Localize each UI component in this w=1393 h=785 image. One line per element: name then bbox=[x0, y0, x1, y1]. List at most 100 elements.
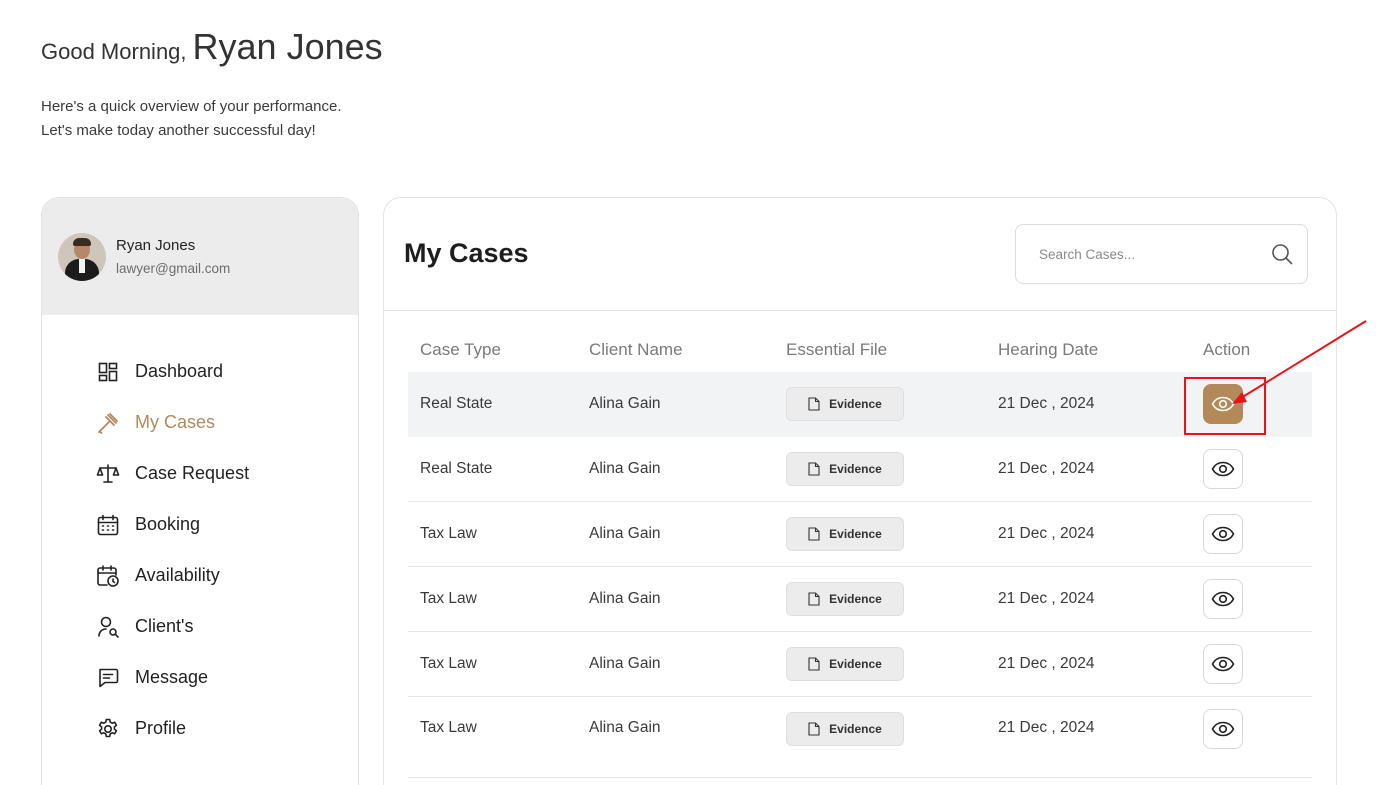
file-label: Evidence bbox=[829, 722, 882, 736]
greeting-text: Good Morning, bbox=[41, 39, 187, 64]
column-header-essential-file: Essential File bbox=[786, 340, 888, 359]
view-case-button[interactable] bbox=[1203, 644, 1243, 684]
dashboard-icon bbox=[96, 360, 120, 384]
case-type-cell: Tax Law bbox=[420, 719, 477, 736]
sidebar-item-label: Booking bbox=[135, 514, 201, 534]
client-name-cell: Alina Gain bbox=[589, 655, 661, 672]
eye-icon bbox=[1211, 721, 1235, 737]
avatar bbox=[58, 232, 106, 281]
pdf-file-icon bbox=[808, 462, 820, 476]
case-type-cell: Tax Law bbox=[420, 590, 477, 607]
user-search-icon bbox=[96, 615, 120, 639]
pdf-file-icon bbox=[808, 397, 820, 411]
case-type-cell: Tax Law bbox=[420, 525, 477, 542]
sidebar-item-label: Profile bbox=[135, 718, 187, 738]
search-input[interactable] bbox=[1016, 225, 1270, 283]
client-name-cell: Alina Gain bbox=[589, 460, 661, 477]
divider bbox=[384, 310, 1336, 311]
calendar-clock-icon bbox=[96, 564, 120, 588]
hearing-date-cell: 21 Dec , 2024 bbox=[998, 655, 1095, 672]
eye-icon bbox=[1211, 526, 1235, 542]
gear-icon bbox=[96, 717, 120, 741]
gavel-icon bbox=[96, 411, 120, 435]
search-box bbox=[1015, 224, 1308, 284]
greeting-heading: Good Morning, Ryan Jones bbox=[41, 26, 383, 68]
hearing-date-cell: 21 Dec , 2024 bbox=[998, 395, 1095, 412]
evidence-file-button[interactable]: Evidence bbox=[786, 647, 904, 681]
page-title: My Cases bbox=[404, 238, 529, 268]
evidence-file-button[interactable]: Evidence bbox=[786, 517, 904, 551]
evidence-file-button[interactable]: Evidence bbox=[786, 582, 904, 616]
table-header: Case Type Client Name Essential File Hea… bbox=[408, 328, 1312, 372]
file-label: Evidence bbox=[829, 527, 882, 541]
table-row: Real State Alina Gain Evidence 21 Dec , … bbox=[408, 437, 1312, 502]
column-header-hearing-date: Hearing Date bbox=[998, 340, 1099, 359]
calendar-icon bbox=[96, 513, 120, 537]
sidebar-item-profile[interactable]: Profile bbox=[42, 703, 358, 754]
sidebar-item-case-request[interactable]: Case Request bbox=[42, 448, 358, 499]
column-header-action: Action bbox=[1203, 340, 1251, 359]
table-row: Tax Law Alina Gain Evidence 21 Dec , 202… bbox=[408, 567, 1312, 632]
eye-icon bbox=[1211, 461, 1235, 477]
hearing-date-cell: 21 Dec , 2024 bbox=[998, 460, 1095, 477]
profile-card: Ryan Jones lawyer@gmail.com bbox=[42, 198, 358, 315]
greeting-subtitle: Here's a quick overview of your performa… bbox=[41, 95, 342, 143]
sidebar-item-label: Client's bbox=[135, 616, 194, 636]
sidebar-item-clients[interactable]: Client's bbox=[42, 601, 358, 652]
user-name-heading: Ryan Jones bbox=[192, 26, 383, 67]
subtitle-line: Let's make today another successful day! bbox=[41, 122, 316, 139]
client-name-cell: Alina Gain bbox=[589, 590, 661, 607]
column-header-case-type: Case Type bbox=[420, 340, 501, 359]
sidebar-item-label: My Cases bbox=[135, 412, 216, 432]
evidence-file-button[interactable]: Evidence bbox=[786, 712, 904, 746]
column-header-client-name: Client Name bbox=[589, 340, 683, 359]
case-type-cell: Tax Law bbox=[420, 655, 477, 672]
message-icon bbox=[96, 666, 120, 690]
eye-icon bbox=[1211, 591, 1235, 607]
profile-name: Ryan Jones bbox=[116, 237, 196, 254]
sidebar-item-label: Dashboard bbox=[135, 361, 224, 381]
subtitle-line: Here's a quick overview of your performa… bbox=[41, 98, 342, 115]
sidebar-item-dashboard[interactable]: Dashboard bbox=[42, 346, 358, 397]
eye-icon bbox=[1211, 656, 1235, 672]
scale-icon bbox=[96, 462, 120, 486]
pdf-file-icon bbox=[808, 592, 820, 606]
pdf-file-icon bbox=[808, 657, 820, 671]
sidebar-item-label: Message bbox=[135, 667, 209, 687]
view-case-button[interactable] bbox=[1203, 709, 1243, 749]
pdf-file-icon bbox=[808, 722, 820, 736]
evidence-file-button[interactable]: Evidence bbox=[786, 452, 904, 486]
sidebar-nav: Dashboard My Cases Case Request Booking … bbox=[42, 315, 358, 754]
table-row: Tax Law Alina Gain Evidence 21 Dec , 202… bbox=[408, 632, 1312, 697]
sidebar-item-my-cases[interactable]: My Cases bbox=[42, 397, 358, 448]
sidebar-item-message[interactable]: Message bbox=[42, 652, 358, 703]
evidence-file-button[interactable]: Evidence bbox=[786, 387, 904, 421]
sidebar-item-availability[interactable]: Availability bbox=[42, 550, 358, 601]
case-type-cell: Real State bbox=[420, 460, 493, 477]
pdf-file-icon bbox=[808, 527, 820, 541]
case-type-cell: Real State bbox=[420, 395, 493, 412]
file-label: Evidence bbox=[829, 462, 882, 476]
hearing-date-cell: 21 Dec , 2024 bbox=[998, 719, 1095, 736]
sidebar: Ryan Jones lawyer@gmail.com Dashboard My… bbox=[41, 197, 359, 785]
sidebar-item-label: Availability bbox=[135, 565, 220, 585]
hearing-date-cell: 21 Dec , 2024 bbox=[998, 590, 1095, 607]
search-icon[interactable] bbox=[1270, 242, 1294, 266]
view-case-button[interactable] bbox=[1203, 449, 1243, 489]
my-cases-panel: My Cases Case Type Client Name Essential… bbox=[383, 197, 1337, 785]
file-label: Evidence bbox=[829, 397, 882, 411]
view-case-button[interactable] bbox=[1203, 579, 1243, 619]
table-row: Tax Law Alina Gain Evidence 21 Dec , 202… bbox=[408, 502, 1312, 567]
client-name-cell: Alina Gain bbox=[589, 395, 661, 412]
client-name-cell: Alina Gain bbox=[589, 719, 661, 736]
view-case-button[interactable] bbox=[1203, 514, 1243, 554]
cases-table: Case Type Client Name Essential File Hea… bbox=[408, 328, 1312, 778]
file-label: Evidence bbox=[829, 592, 882, 606]
table-row: Real State Alina Gain Evidence 21 Dec , … bbox=[408, 372, 1312, 437]
table-row: Tax Law Alina Gain Evidence 21 Dec , 202… bbox=[408, 697, 1312, 778]
sidebar-item-label: Case Request bbox=[135, 463, 250, 483]
file-label: Evidence bbox=[829, 657, 882, 671]
profile-info: Ryan Jones lawyer@gmail.com bbox=[116, 237, 230, 276]
profile-email: lawyer@gmail.com bbox=[116, 261, 231, 276]
sidebar-item-booking[interactable]: Booking bbox=[42, 499, 358, 550]
